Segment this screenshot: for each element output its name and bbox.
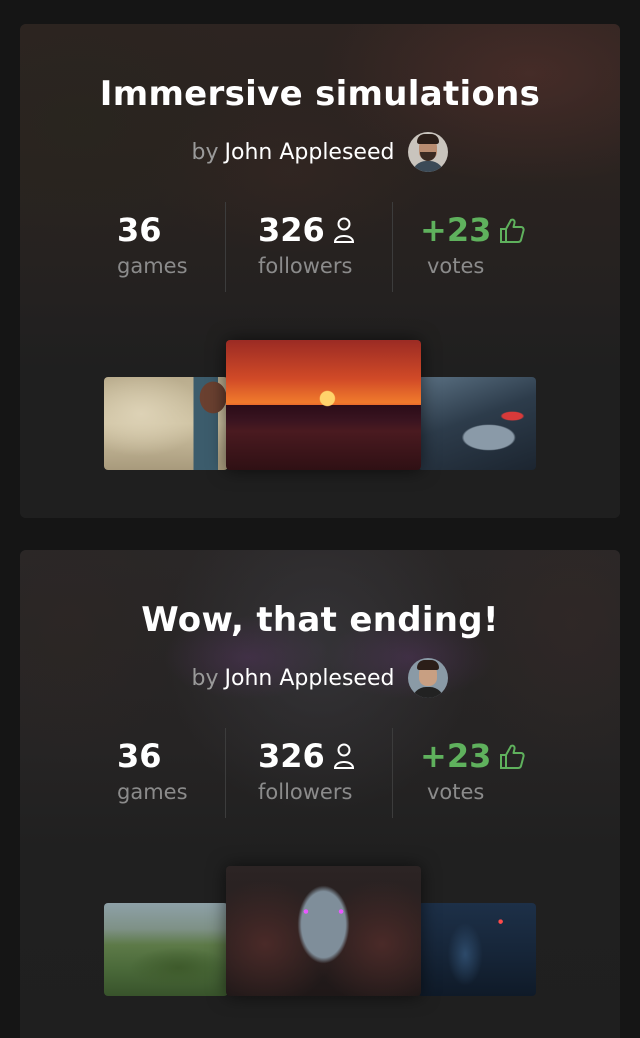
- stat-games: 36 games: [117, 202, 188, 292]
- thumbs-up-icon[interactable]: [499, 216, 525, 244]
- avatar[interactable]: [408, 132, 449, 172]
- byline: by John Appleseed: [20, 658, 620, 698]
- divider: [392, 728, 393, 818]
- by-label: by: [191, 139, 219, 165]
- followers-count: 326: [258, 211, 325, 249]
- stats-row: 36 games 326 followers +23 votes: [20, 728, 620, 818]
- games-count: 36: [117, 211, 162, 249]
- stat-votes[interactable]: +23 votes: [420, 728, 525, 818]
- avatar[interactable]: [408, 658, 449, 698]
- stat-followers[interactable]: 326 followers: [258, 728, 355, 818]
- votes-label: votes: [427, 780, 485, 804]
- divider: [225, 202, 226, 292]
- game-thumbnail[interactable]: [104, 903, 228, 996]
- author-name[interactable]: John Appleseed: [225, 140, 395, 165]
- game-thumbnail[interactable]: [104, 377, 228, 470]
- author-name[interactable]: John Appleseed: [225, 666, 395, 691]
- stat-followers[interactable]: 326 followers: [258, 202, 355, 292]
- stat-games: 36 games: [117, 728, 188, 818]
- divider: [392, 202, 393, 292]
- user-icon: [333, 217, 354, 243]
- votes-count: +23: [420, 737, 492, 775]
- stat-votes[interactable]: +23 votes: [420, 202, 525, 292]
- divider: [225, 728, 226, 818]
- collection-title: Immersive simulations: [99, 74, 541, 114]
- thumbs-up-icon[interactable]: [499, 742, 525, 770]
- game-thumbnails: [20, 340, 620, 470]
- game-thumbnail[interactable]: [226, 866, 421, 996]
- games-count: 36: [117, 737, 162, 775]
- byline: by John Appleseed: [20, 132, 620, 172]
- game-thumbnails: [20, 866, 620, 996]
- user-icon: [333, 743, 354, 769]
- game-thumbnail[interactable]: [226, 340, 421, 470]
- followers-label: followers: [258, 780, 353, 804]
- game-thumbnail[interactable]: [418, 903, 536, 996]
- game-thumbnail[interactable]: [418, 377, 536, 470]
- followers-count: 326: [258, 737, 325, 775]
- votes-count: +23: [420, 211, 492, 249]
- collection-title: Wow, that ending!: [141, 600, 499, 640]
- by-label: by: [191, 665, 219, 691]
- games-label: games: [117, 254, 188, 278]
- stats-row: 36 games 326 followers +23 votes: [20, 202, 620, 292]
- followers-label: followers: [258, 254, 353, 278]
- collection-card[interactable]: Wow, that ending! by John Appleseed 36 g…: [20, 550, 620, 1038]
- votes-label: votes: [427, 254, 485, 278]
- games-label: games: [117, 780, 188, 804]
- collection-card[interactable]: Immersive simulations by John Appleseed …: [20, 24, 620, 518]
